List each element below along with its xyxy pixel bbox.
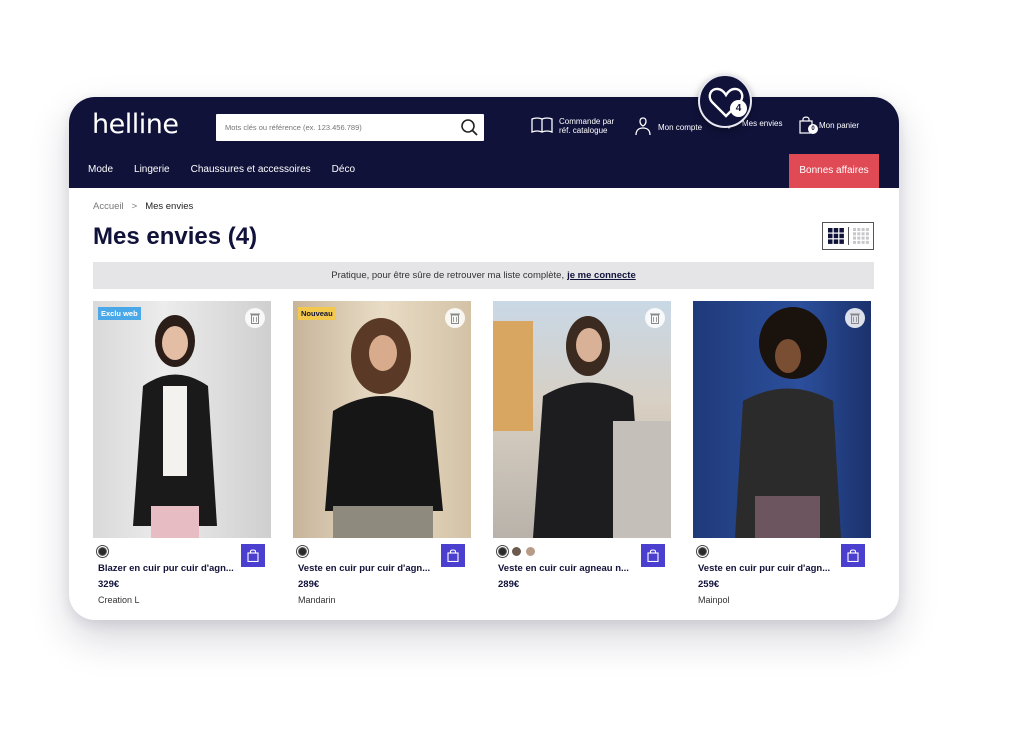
- account-icon: [634, 116, 658, 138]
- product-price: 289€: [298, 579, 320, 590]
- product-tag: Nouveau: [298, 307, 336, 320]
- grid-small-icon[interactable]: [853, 228, 869, 249]
- wishlist-count-badge: 4: [730, 100, 747, 117]
- trash-icon[interactable]: [845, 308, 865, 328]
- product-brand: Mandarin: [298, 595, 336, 605]
- color-swatch[interactable]: [298, 547, 307, 556]
- product-price: 259€: [698, 579, 720, 590]
- page-title: Mes envies (4): [93, 223, 258, 250]
- page-canvas: helline Commande par réf. catalogue: [0, 0, 1019, 739]
- catalog-label-line2: réf. catalogue: [559, 126, 608, 135]
- login-link[interactable]: je me connecte: [567, 270, 636, 281]
- catalog-label-line1: Commande par: [559, 117, 615, 126]
- product-card[interactable]: Veste en cuir pur cuir d'agn... 259€ Mai…: [693, 301, 871, 605]
- product-name[interactable]: Veste en cuir pur cuir d'agn...: [698, 563, 830, 574]
- product-name[interactable]: Veste en cuir pur cuir d'agn...: [298, 563, 430, 574]
- product-card[interactable]: Veste en cuir cuir agneau n... 289€: [493, 301, 671, 590]
- product-name[interactable]: Blazer en cuir pur cuir d'agn...: [98, 563, 234, 574]
- breadcrumb-current: Mes envies: [145, 201, 194, 212]
- account-link[interactable]: Mon compte: [634, 116, 702, 138]
- color-swatches: [98, 547, 107, 556]
- view-toggle: [822, 222, 874, 250]
- product-price: 289€: [498, 579, 520, 590]
- shopping-bag-icon: 0: [799, 116, 819, 135]
- cart-label: Mon panier: [819, 121, 860, 130]
- color-swatch[interactable]: [498, 547, 507, 556]
- product-tag: Exclu web: [98, 307, 141, 320]
- product-brand: Creation L: [98, 595, 140, 605]
- color-swatches: [298, 547, 307, 556]
- deals-button[interactable]: Bonnes affaires: [789, 154, 879, 188]
- trash-icon[interactable]: [245, 308, 265, 328]
- product-image[interactable]: Nouveau: [293, 301, 471, 538]
- nav-item-lingerie[interactable]: Lingerie: [134, 164, 170, 175]
- trash-icon[interactable]: [645, 308, 665, 328]
- product-name[interactable]: Veste en cuir cuir agneau n...: [498, 563, 629, 574]
- book-icon: [531, 116, 559, 136]
- breadcrumb: Accueil > Mes envies: [93, 201, 193, 212]
- product-card[interactable]: Nouveau Veste en cuir pur cuir d'agn... …: [293, 301, 471, 605]
- nav-item-mode[interactable]: Mode: [88, 164, 113, 175]
- search-box: [216, 114, 484, 141]
- add-to-cart-button[interactable]: [441, 544, 465, 567]
- product-image[interactable]: [693, 301, 871, 538]
- search-input[interactable]: [216, 114, 456, 141]
- product-price: 329€: [98, 579, 120, 590]
- cart-count-badge: 0: [808, 124, 818, 134]
- browser-frame: helline Commande par réf. catalogue: [69, 97, 899, 620]
- main-nav: Mode Lingerie Chaussures et accessoires …: [88, 164, 355, 175]
- product-image[interactable]: Exclu web: [93, 301, 271, 538]
- color-swatch[interactable]: [98, 547, 107, 556]
- breadcrumb-home[interactable]: Accueil: [93, 201, 124, 212]
- nav-item-chaussures[interactable]: Chaussures et accessoires: [191, 164, 311, 175]
- grid-large-icon[interactable]: [828, 228, 844, 249]
- trash-icon[interactable]: [445, 308, 465, 328]
- nav-item-deco[interactable]: Déco: [332, 164, 355, 175]
- color-swatches: [498, 547, 535, 556]
- product-card[interactable]: Exclu web Blazer en cuir pur cuir d'agn.…: [93, 301, 271, 605]
- color-swatch[interactable]: [526, 547, 535, 556]
- product-brand: Mainpol: [698, 595, 730, 605]
- wishlist-bubble[interactable]: 4: [698, 74, 752, 128]
- banner-text: Pratique, pour être sûre de retrouver ma…: [331, 270, 565, 281]
- color-swatch[interactable]: [698, 547, 707, 556]
- product-image[interactable]: [493, 301, 671, 538]
- site-logo[interactable]: helline: [92, 109, 179, 140]
- add-to-cart-button[interactable]: [641, 544, 665, 567]
- add-to-cart-button[interactable]: [841, 544, 865, 567]
- chevron-right-icon: >: [131, 201, 138, 212]
- search-icon[interactable]: [460, 118, 479, 137]
- wishlist-label: Mes envies: [742, 119, 783, 128]
- catalog-order-link[interactable]: Commande par réf. catalogue: [531, 116, 614, 136]
- site-header: helline Commande par réf. catalogue: [69, 97, 899, 188]
- add-to-cart-button[interactable]: [241, 544, 265, 567]
- color-swatches: [698, 547, 707, 556]
- login-banner: Pratique, pour être sûre de retrouver ma…: [93, 262, 874, 289]
- cart-link[interactable]: 0 Mon panier: [799, 116, 859, 135]
- account-label: Mon compte: [658, 122, 703, 132]
- color-swatch[interactable]: [512, 547, 521, 556]
- divider: [848, 227, 849, 245]
